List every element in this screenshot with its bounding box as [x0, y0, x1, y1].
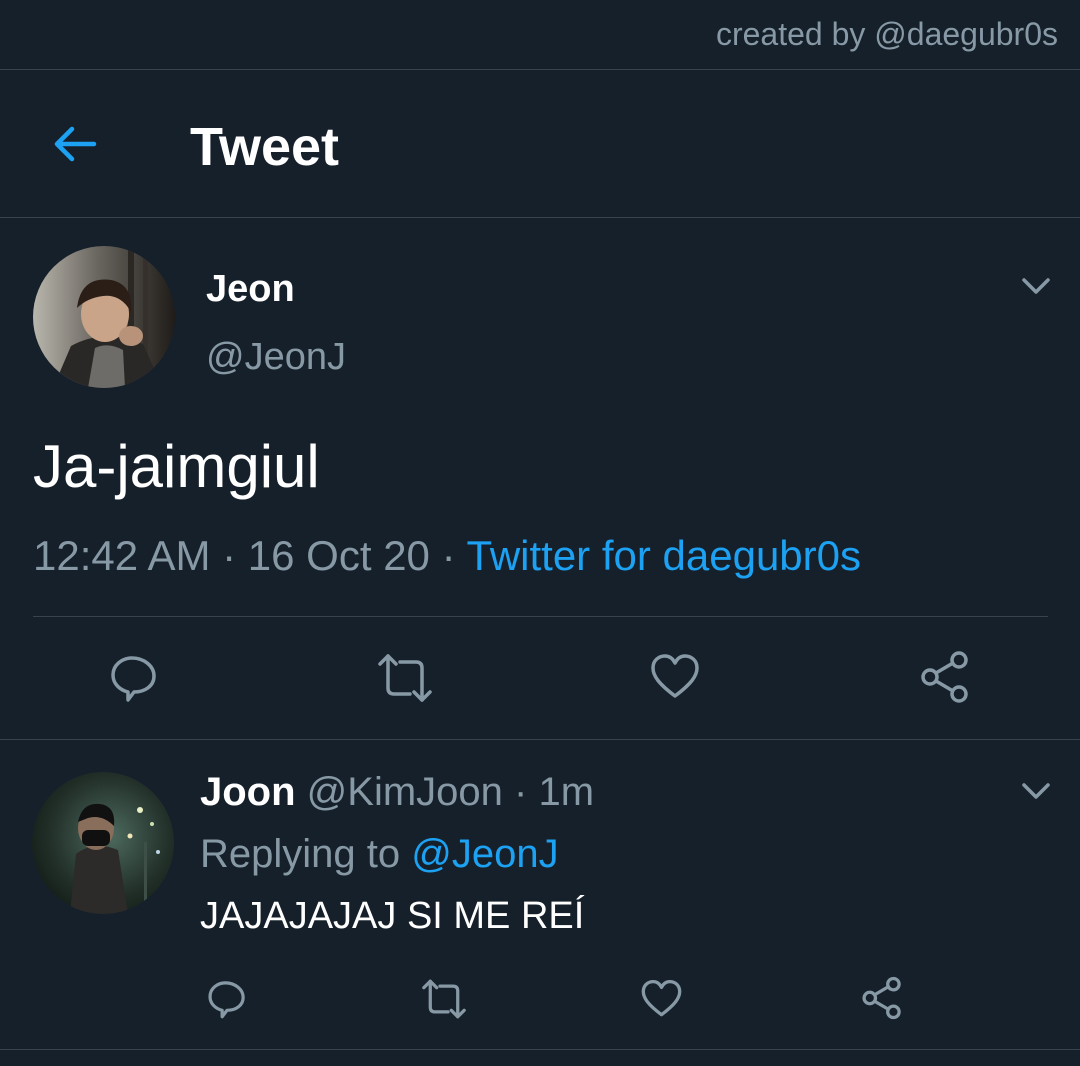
top-header: Tweet: [0, 70, 1080, 218]
page-title: Tweet: [190, 117, 340, 177]
reply-header: Joon @KimJoon · 1m: [200, 770, 594, 815]
tweet-source-link[interactable]: Twitter for daegubr0s: [466, 532, 861, 579]
tweet-actions: [0, 640, 1080, 712]
reply-text: JAJAJAJAJ SI ME REÍ: [200, 895, 585, 937]
avatar[interactable]: [33, 246, 175, 388]
tweet-text: Ja-jaimgiul: [33, 433, 320, 500]
author-handle[interactable]: @JeonJ: [206, 336, 346, 379]
replying-to-link[interactable]: @JeonJ: [411, 832, 558, 876]
heart-icon[interactable]: [649, 652, 701, 702]
avatar[interactable]: [32, 772, 174, 914]
reply-age: 1m: [538, 770, 595, 814]
reply-actions: [0, 970, 1080, 1030]
author-name[interactable]: Jeon: [206, 268, 295, 311]
share-icon[interactable]: [918, 650, 972, 704]
reply-icon[interactable]: [108, 652, 160, 704]
chevron-down-icon[interactable]: [1020, 781, 1052, 801]
meta-separator: ·: [502, 770, 539, 814]
heart-icon[interactable]: [640, 978, 683, 1020]
reply-author-handle[interactable]: @KimJoon: [307, 770, 503, 814]
meta-separator: ·: [429, 532, 467, 579]
retweet-icon[interactable]: [376, 652, 434, 704]
replying-to: Replying to @JeonJ: [200, 832, 559, 877]
reply-icon[interactable]: [206, 978, 248, 1020]
tweet-meta: 12:42 AM · 16 Oct 20 · Twitter for daegu…: [33, 532, 861, 580]
tweet-date: 16 Oct 20: [247, 532, 430, 579]
arrow-left-icon[interactable]: [50, 120, 98, 168]
tweet-time: 12:42 AM: [33, 532, 211, 579]
reply-author-name[interactable]: Joon: [200, 770, 296, 814]
replying-label: Replying to: [200, 832, 401, 876]
divider: [0, 1049, 1080, 1050]
share-icon[interactable]: [860, 976, 904, 1020]
divider: [0, 739, 1080, 740]
divider: [33, 616, 1048, 617]
credit-bar: created by @daegubr0s: [0, 0, 1080, 70]
meta-separator: ·: [210, 532, 248, 579]
retweet-icon[interactable]: [420, 978, 468, 1020]
chevron-down-icon[interactable]: [1020, 276, 1052, 296]
credit-text: created by @daegubr0s: [715, 16, 1058, 52]
